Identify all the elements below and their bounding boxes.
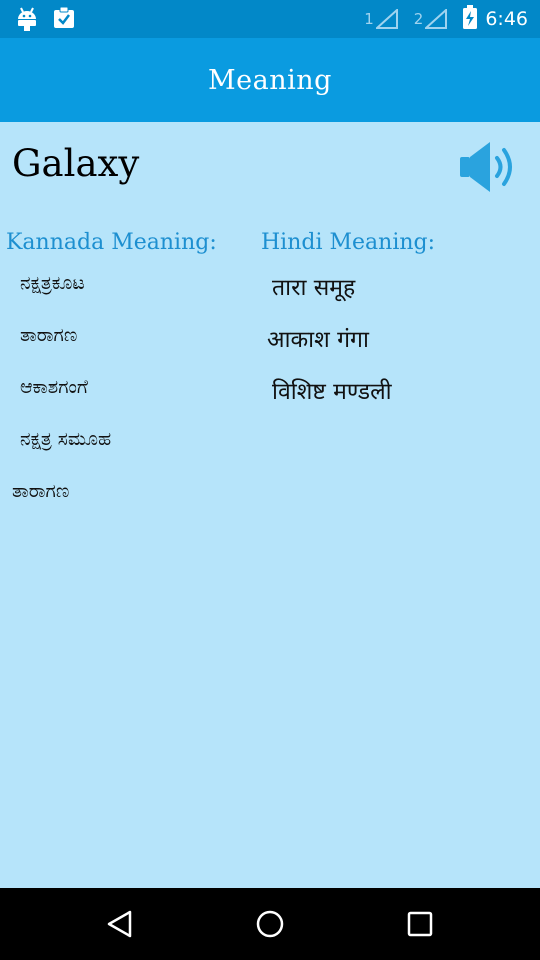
recents-square-icon: [407, 911, 433, 937]
status-bar: 1 2 6:46: [0, 0, 540, 38]
hindi-meaning-item: आकाश गंगा: [267, 327, 369, 353]
hindi-meaning-item: तारा समूह: [272, 275, 356, 301]
navigation-bar: [0, 888, 540, 960]
recents-button[interactable]: [380, 888, 460, 960]
kannada-meaning-item: ಆಕಾಶಗಂಗೆ: [20, 376, 88, 398]
sim1-signal: 1: [364, 9, 398, 29]
sim2-signal: 2: [414, 9, 448, 29]
sim1-label: 1: [364, 10, 374, 28]
hindi-heading: Hindi Meaning:: [261, 230, 436, 255]
home-button[interactable]: [230, 888, 310, 960]
speak-button[interactable]: [458, 140, 518, 194]
clock: 6:46: [485, 8, 528, 30]
back-triangle-icon: [107, 910, 132, 938]
home-circle-icon: [256, 910, 284, 938]
sim2-label: 2: [413, 10, 424, 28]
kannada-heading: Kannada Meaning:: [6, 230, 217, 255]
hindi-meaning-item: विशिष्ट मण्डली: [272, 379, 392, 405]
speaker-volume-icon: [460, 142, 512, 192]
word-title: Galaxy: [12, 142, 140, 185]
kannada-meaning-item: ನಕ್ಷತ್ರ ಸಮೂಹ: [20, 428, 112, 450]
page-title: Meaning: [208, 64, 332, 96]
kannada-meaning-item: ತಾರಾಗಣ: [12, 480, 70, 502]
signal-icon: [425, 9, 448, 29]
android-icon: [16, 6, 38, 36]
kannada-meaning-item: ನಕ್ಷತ್ರಕೂಟ: [20, 272, 85, 294]
app-bar: Meaning: [0, 38, 540, 122]
signal-icon: [375, 9, 398, 29]
back-button[interactable]: [80, 888, 160, 960]
battery-charging-icon: [463, 5, 478, 33]
clipboard-check-icon: [52, 6, 76, 36]
kannada-meaning-item: ತಾರಾಗಣ: [20, 324, 78, 346]
